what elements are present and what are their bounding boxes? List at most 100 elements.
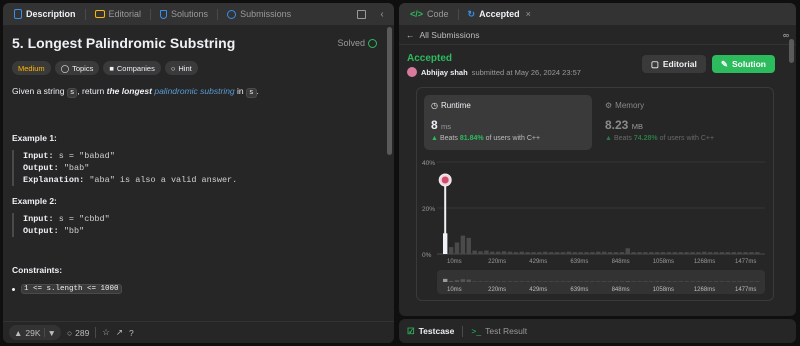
chart-bar[interactable]: [554, 252, 560, 254]
tab-description[interactable]: Description: [9, 3, 81, 25]
tab-testcase[interactable]: ☑ Testcase: [407, 326, 454, 337]
chart-bar[interactable]: [637, 252, 642, 254]
chart-bar[interactable]: [625, 248, 630, 254]
chart-bar[interactable]: [672, 252, 678, 254]
tab-submissions[interactable]: Submissions: [222, 3, 296, 25]
topics-tag[interactable]: ◯ Topics: [54, 61, 100, 75]
editorial-button[interactable]: ▢ Editorial: [641, 55, 706, 73]
chart-bar[interactable]: [537, 252, 542, 254]
username[interactable]: Abhijay shah: [421, 68, 468, 77]
avatar[interactable]: [407, 67, 417, 77]
range-tick-label: 1477ms: [735, 287, 756, 293]
chart-bar[interactable]: [513, 252, 519, 254]
maximize-icon[interactable]: [357, 9, 366, 19]
chart-bar[interactable]: [690, 252, 695, 254]
scrollbar[interactable]: [789, 39, 794, 63]
chart-bar[interactable]: [607, 252, 613, 254]
chart-bar[interactable]: [519, 251, 524, 254]
close-icon[interactable]: ×: [526, 9, 531, 19]
chart-bar[interactable]: [496, 251, 501, 254]
chart-bar[interactable]: [613, 252, 619, 254]
collapse-left-icon[interactable]: ‹: [376, 8, 388, 20]
chart-bar[interactable]: [596, 251, 601, 254]
palindromic-link[interactable]: palindromic substring: [154, 86, 234, 96]
range-selector-bar: [637, 281, 642, 282]
chart-bar[interactable]: [531, 252, 536, 254]
chart-bar[interactable]: [448, 247, 454, 254]
chart-bar[interactable]: [737, 252, 742, 254]
hint-tag[interactable]: ○ Hint: [164, 61, 198, 75]
chart-bar[interactable]: [484, 250, 489, 254]
chart-bar[interactable]: [472, 250, 477, 254]
comments-button[interactable]: ○ 289: [67, 328, 89, 338]
like-button[interactable]: ▲ 29K ▼: [9, 325, 61, 340]
y-tick-label: 40%: [422, 160, 435, 167]
chart-bar[interactable]: [696, 252, 701, 254]
chart-bar[interactable]: [578, 252, 583, 254]
chart-bar[interactable]: [731, 252, 736, 254]
arrow-left-icon[interactable]: ←: [406, 30, 415, 40]
range-selector-bar: [537, 281, 542, 282]
chart-bar[interactable]: [713, 252, 719, 254]
chart-bar[interactable]: [490, 251, 495, 254]
companies-tag[interactable]: ■ Companies: [103, 61, 161, 75]
runtime-distribution-chart[interactable]: 40% 20% 0% 10ms 220ms 429ms 639ms 848ms 1058ms 12…: [417, 158, 775, 298]
chart-bar[interactable]: [631, 252, 636, 254]
chart-bar[interactable]: [719, 252, 725, 254]
chart-bar[interactable]: [678, 252, 683, 254]
chart-bar[interactable]: [566, 251, 572, 254]
star-icon[interactable]: ☆: [102, 327, 110, 338]
tab-accepted[interactable]: ↻ Accepted ×: [463, 3, 536, 25]
chart-bar[interactable]: [560, 252, 566, 254]
chart-bar[interactable]: [655, 252, 660, 254]
tab-test-result[interactable]: >_ Test Result: [471, 326, 527, 336]
chart-bar[interactable]: [525, 252, 530, 254]
help-icon[interactable]: ?: [129, 328, 134, 338]
range-selector-bar: [584, 281, 589, 282]
range-selector-bar: [749, 281, 754, 282]
chart-bar[interactable]: [725, 252, 731, 254]
y-tick-label: 0%: [422, 252, 432, 259]
difficulty-badge[interactable]: Medium: [12, 61, 51, 75]
chart-bar[interactable]: [649, 252, 654, 254]
edit-icon: ✎: [720, 58, 728, 69]
runtime-card[interactable]: ◷ Runtime 8 ms ▲ Beats 81.84% of users wi…: [424, 95, 592, 150]
chart-bar[interactable]: [749, 252, 754, 254]
solution-button[interactable]: ✎ Solution: [711, 55, 775, 73]
chart-bar[interactable]: [572, 252, 577, 254]
chart-bar[interactable]: [643, 252, 648, 254]
tab-solutions[interactable]: Solutions: [155, 3, 213, 25]
tab-code[interactable]: </> Code: [405, 3, 454, 25]
link-icon[interactable]: ∞: [783, 30, 789, 40]
left-tabbar: Description Editorial Solutions Submissi…: [3, 3, 394, 25]
terminal-icon: >_: [471, 326, 482, 336]
all-submissions-bar[interactable]: ← All Submissions ∞: [399, 25, 796, 45]
chart-bar[interactable]: [478, 251, 483, 254]
chart-bar[interactable]: [590, 252, 595, 254]
chart-bar[interactable]: [743, 252, 748, 254]
chart-bar[interactable]: [684, 252, 689, 254]
chart-bar[interactable]: [619, 252, 625, 254]
range-selector-bar: [478, 281, 483, 282]
thumbs-down-icon[interactable]: ▼: [48, 328, 56, 338]
chart-bar[interactable]: [466, 237, 471, 254]
chart-bar[interactable]: [501, 251, 507, 254]
chart-bar[interactable]: [702, 251, 707, 254]
chart-bar[interactable]: [660, 252, 666, 254]
problem-content: 5. Longest Palindromic Substring Solved …: [3, 25, 386, 321]
scrollbar[interactable]: [387, 27, 392, 155]
range-tick-label: 429ms: [529, 287, 547, 293]
chart-bar[interactable]: [454, 242, 460, 255]
chart-bar[interactable]: [584, 252, 589, 254]
chart-bar[interactable]: [708, 252, 713, 254]
chart-bar[interactable]: [507, 251, 513, 254]
chart-bar[interactable]: [543, 251, 548, 254]
chart-bar[interactable]: [549, 252, 554, 254]
share-icon[interactable]: ↗: [116, 327, 123, 338]
chart-bar[interactable]: [602, 251, 607, 254]
chart-bar[interactable]: [755, 252, 760, 254]
chart-bar[interactable]: [666, 252, 672, 254]
tab-editorial[interactable]: Editorial: [90, 3, 147, 25]
chart-bar[interactable]: [460, 235, 466, 254]
memory-card[interactable]: ⚙ Memory 8.23 MB ▲ Beats 74.28% of users …: [598, 95, 766, 150]
